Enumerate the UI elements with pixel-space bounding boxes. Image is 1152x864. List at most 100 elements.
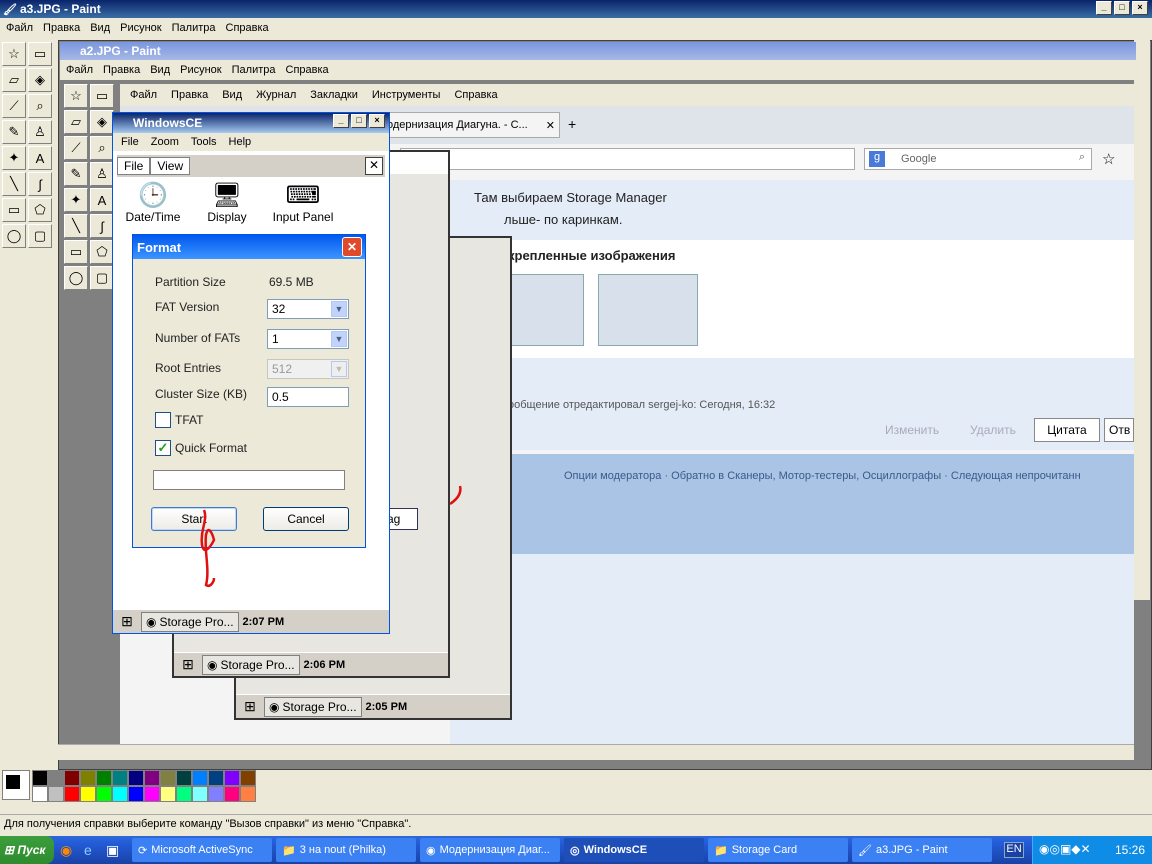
start-button[interactable]: ⊞ Пуск [0,836,54,864]
airbrush-icon[interactable]: ✦ [2,146,26,170]
inner-airbrush-icon[interactable]: ✦ [64,188,88,212]
ce-task-storage-3[interactable]: ◉ Storage Pro... [264,696,362,717]
language-indicator[interactable]: EN [1004,842,1024,858]
cp-icon-datetime[interactable]: 🕒 Date/Time [121,181,185,224]
inner-eraser-icon[interactable]: ▱ [64,110,88,134]
search-box[interactable]: g Google ⌕ [864,148,1092,170]
inner-picker-icon[interactable]: ⟋ [64,136,88,160]
new-tab-icon[interactable]: + [568,116,576,132]
browser-tab[interactable]: одернизация Диагуна. - С... ✕ [380,112,560,138]
maximize-button[interactable]: □ [1114,1,1130,15]
task-storagecard[interactable]: 📁 Storage Card [708,838,848,862]
inner-free-select-icon[interactable]: ☆ [64,84,88,108]
inner-menu-view[interactable]: Вид [150,64,170,76]
tray-icons[interactable]: ◉◎▣◆✕ [1039,842,1091,856]
current-color-box[interactable] [2,770,30,800]
cluster-size-input[interactable]: 0.5 [267,387,349,407]
ce-menu-file[interactable]: File [121,136,139,148]
browser-menu-help[interactable]: Справка [454,89,497,101]
inner-select-icon[interactable]: ▭ [90,84,114,108]
browser-menu-view[interactable]: Вид [222,89,242,101]
inner-curve-icon[interactable]: ∫ [90,214,114,238]
menu-image[interactable]: Рисунок [120,22,162,34]
app-quicklaunch-icon[interactable]: ▣ [106,842,119,859]
inner-ellipse-icon[interactable]: ◯ [64,266,88,290]
tfat-checkbox[interactable] [155,412,171,428]
url-bar[interactable] [400,148,855,170]
quote-button[interactable]: Цитата [1034,418,1100,442]
inner-menu-edit[interactable]: Правка [103,64,140,76]
inner-pencil-icon[interactable]: ✎ [64,162,88,186]
cp-icon-display[interactable]: 🖥 Display [195,181,259,224]
task-windowsce[interactable]: ◎ WindowsCE [564,838,704,862]
cancel-button[interactable]: Cancel [263,507,349,531]
color-palette[interactable] [32,770,256,802]
fat-version-select[interactable]: 32 ▼ [267,299,349,319]
inner-rectangle-icon[interactable]: ▭ [64,240,88,264]
inner-text-icon[interactable]: A [90,188,114,212]
inner-brush-icon[interactable]: ♙ [90,162,114,186]
browser-menu-file[interactable]: Файл [130,89,157,101]
ce-menu-help[interactable]: Help [229,136,252,148]
text-icon[interactable]: A [28,146,52,170]
ce-minimize-button[interactable]: _ [333,114,349,128]
free-select-icon[interactable]: ☆ [2,42,26,66]
format-close-icon[interactable]: ✕ [342,237,362,257]
pencil-icon[interactable]: ✎ [2,120,26,144]
search-icon[interactable]: ⌕ [1079,151,1085,164]
ce-close-button[interactable]: × [369,114,385,128]
ce-maximize-button[interactable]: □ [351,114,367,128]
reply-button[interactable]: Отв [1104,418,1134,442]
minimize-button[interactable]: _ [1096,1,1112,15]
curve-icon[interactable]: ∫ [28,172,52,196]
menu-help[interactable]: Справка [226,22,269,34]
menu-palette[interactable]: Палитра [172,22,216,34]
browser-menu-edit[interactable]: Правка [171,89,208,101]
polygon-icon[interactable]: ⬠ [28,198,52,222]
ce-start-icon-2[interactable]: ⊞ [178,656,198,674]
attachment-thumbnail-2[interactable] [598,274,698,346]
outer-vscroll[interactable] [1134,40,1150,600]
menu-view[interactable]: Вид [90,22,110,34]
ie-quicklaunch-icon[interactable]: e [84,842,92,858]
eraser-icon[interactable]: ▱ [2,68,26,92]
cp-close-icon[interactable]: ✕ [365,157,383,175]
ce-start-icon-3[interactable]: ⊞ [240,698,260,716]
edit-link[interactable]: Изменить [885,423,939,437]
ce-task-storage-2[interactable]: ◉ Storage Pro... [202,654,300,675]
menu-file[interactable]: Файл [6,22,33,34]
picker-icon[interactable]: ⟋ [2,94,26,118]
select-icon[interactable]: ▭ [28,42,52,66]
inner-magnifier-icon[interactable]: ⌕ [90,136,114,160]
rectangle-icon[interactable]: ▭ [2,198,26,222]
inner-line-icon[interactable]: ╲ [64,214,88,238]
ce-menu-tools[interactable]: Tools [191,136,217,148]
menu-edit[interactable]: Правка [43,22,80,34]
tab-close-icon[interactable]: ✕ [546,119,555,132]
star-icon[interactable]: ☆ [1102,150,1115,168]
task-nout[interactable]: 📁 3 на nout (Philka) [276,838,416,862]
cp-icon-inputpanel[interactable]: ⌨ Input Panel [267,181,339,224]
inner-menu-palette[interactable]: Палитра [232,64,276,76]
browser-menu-bookmarks[interactable]: Закладки [310,89,358,101]
outer-hscroll[interactable] [58,744,1134,760]
ce-task-storage[interactable]: ◉ Storage Pro... [141,611,239,632]
browser-menu-tools[interactable]: Инструменты [372,89,441,101]
close-button[interactable]: × [1132,1,1148,15]
task-activesync[interactable]: ⟳ Microsoft ActiveSync [132,838,272,862]
browser-menu-history[interactable]: Журнал [256,89,296,101]
quick-format-checkbox[interactable]: ✓ [155,440,171,456]
magnifier-icon[interactable]: ⌕ [28,94,52,118]
inner-menu-image[interactable]: Рисунок [180,64,222,76]
ellipse-icon[interactable]: ◯ [2,224,26,248]
inner-polygon-icon[interactable]: ⬠ [90,240,114,264]
footer-links[interactable]: Опции модератора · Обратно в Сканеры, Мо… [564,470,1134,482]
inner-fill-icon[interactable]: ◈ [90,110,114,134]
delete-link[interactable]: Удалить [970,423,1016,437]
ce-menu-zoom[interactable]: Zoom [151,136,179,148]
firefox-quicklaunch-icon[interactable]: ◉ [60,842,72,859]
cp-menu-file[interactable]: File [117,157,151,175]
ce-start-icon[interactable]: ⊞ [117,613,137,631]
task-paint[interactable]: 🖌 a3.JPG - Paint [852,838,992,862]
inner-menu-file[interactable]: Файл [66,64,93,76]
